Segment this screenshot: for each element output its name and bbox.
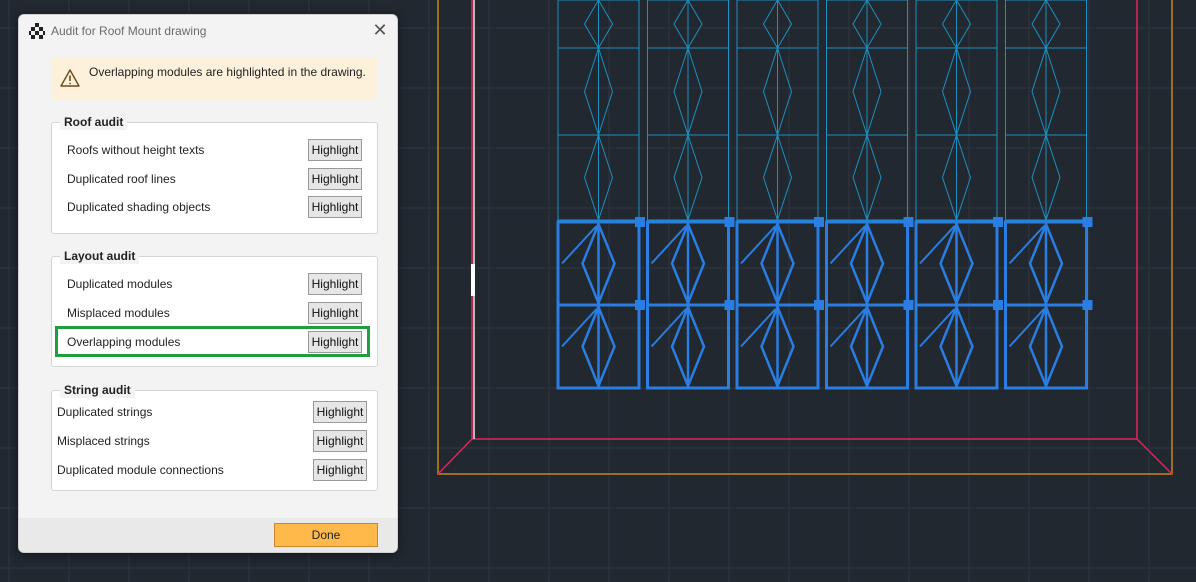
layout-audit-title: Layout audit (60, 248, 140, 264)
layout-audit-row-label: Misplaced modules (67, 306, 170, 320)
audit-row: Duplicated roof lines Highlight (52, 168, 377, 192)
string-audit-group: String audit Duplicated strings Highligh… (51, 382, 378, 491)
module-grip (814, 217, 824, 227)
roof-audit-row-label: Roofs without height texts (67, 143, 205, 157)
layout-audit-row-label: Overlapping modules (67, 335, 181, 349)
audit-dialog: Audit for Roof Mount drawing ✕ Overlappi… (18, 14, 398, 553)
roof-audit-group: Roof audit Roofs without height texts Hi… (51, 114, 378, 234)
layout-audit-row-label: Duplicated modules (67, 277, 173, 291)
module-grip (903, 217, 914, 227)
done-button[interactable]: Done (274, 523, 378, 547)
warning-text: Overlapping modules are highlighted in t… (89, 65, 366, 79)
audit-row: Misplaced strings Highlight (52, 430, 377, 454)
string-audit-row-label: Duplicated module connections (57, 463, 224, 477)
highlight-duplicated-strings-button[interactable]: Highlight (313, 401, 367, 423)
highlight-duplicated-module-connections-button[interactable]: Highlight (313, 459, 367, 481)
roof-hip-line (1136, 438, 1173, 475)
audit-row: Misplaced modules Highlight (52, 302, 377, 326)
module-grip (1082, 217, 1093, 227)
highlight-duplicated-shading-objects-button[interactable]: Highlight (308, 196, 362, 218)
roof-hip-line (437, 438, 473, 475)
module-grip (724, 217, 735, 227)
module-grip (635, 300, 645, 310)
close-icon[interactable]: ✕ (371, 21, 389, 39)
module-grip (814, 300, 824, 310)
module-layout (557, 0, 1087, 222)
dialog-title: Audit for Roof Mount drawing (51, 24, 207, 38)
module-grip (903, 300, 914, 310)
boundary-line (437, 0, 1173, 475)
highlight-misplaced-modules-button[interactable]: Highlight (308, 302, 362, 324)
highlighted-overlapping-modules (556, 217, 1093, 390)
module-grip (993, 300, 1003, 310)
module-grip (1082, 300, 1093, 310)
roof-audit-row-label: Duplicated roof lines (67, 172, 176, 186)
roof-audit-title: Roof audit (60, 114, 128, 130)
layout-audit-group: Layout audit Duplicated modules Highligh… (51, 248, 378, 367)
module-grip (724, 300, 735, 310)
dialog-titlebar[interactable]: Audit for Roof Mount drawing ✕ (19, 15, 397, 47)
audit-row: Duplicated strings Highlight (52, 401, 377, 425)
audit-row: Roofs without height texts Highlight (52, 139, 377, 163)
highlight-misplaced-strings-button[interactable]: Highlight (313, 430, 367, 452)
warning-banner: Overlapping modules are highlighted in t… (51, 57, 378, 100)
highlight-roofs-without-height-texts-button[interactable]: Highlight (308, 139, 362, 161)
string-audit-title: String audit (60, 382, 135, 398)
highlight-duplicated-modules-button[interactable]: Highlight (308, 273, 362, 295)
module-grip (635, 217, 645, 227)
dialog-footer: Done (19, 518, 397, 552)
audit-row: Duplicated shading objects Highlight (52, 196, 377, 220)
highlight-duplicated-roof-lines-button[interactable]: Highlight (308, 168, 362, 190)
roof-audit-row-label: Duplicated shading objects (67, 200, 211, 214)
audit-row: Duplicated modules Highlight (52, 273, 377, 297)
ridge-marker (471, 264, 475, 296)
string-audit-row-label: Misplaced strings (57, 434, 150, 448)
highlight-overlapping-modules-button[interactable]: Highlight (308, 331, 362, 353)
checkered-app-icon (29, 23, 45, 39)
module-grip (993, 217, 1003, 227)
roof-outline (437, 0, 1173, 475)
audit-row: Duplicated module connections Highlight (52, 459, 377, 483)
string-audit-row-label: Duplicated strings (57, 405, 153, 419)
audit-row: Overlapping modules Highlight (52, 331, 377, 355)
warning-triangle-icon (60, 69, 80, 87)
